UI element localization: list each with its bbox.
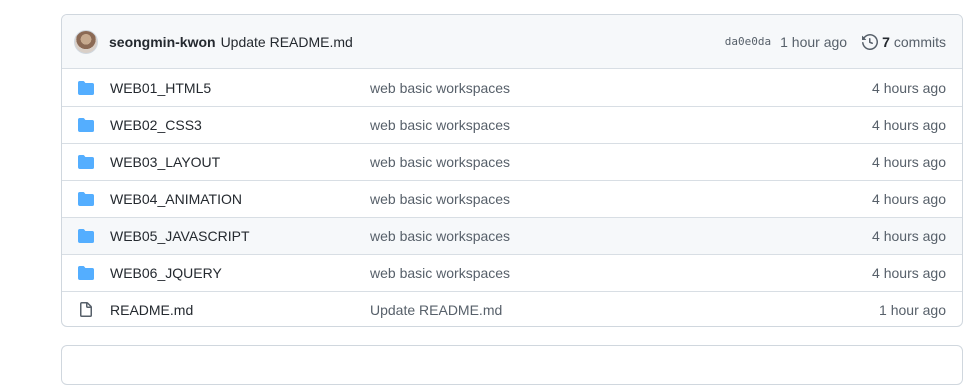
file-row[interactable]: README.md Update README.md 1 hour ago xyxy=(62,291,962,326)
file-row[interactable]: WEB03_LAYOUT web basic workspaces 4 hour… xyxy=(62,143,962,180)
file-name-link[interactable]: WEB04_ANIMATION xyxy=(110,191,370,207)
folder-icon xyxy=(78,228,94,244)
file-commit-message-link[interactable]: Update README.md xyxy=(370,302,502,318)
commits-count: 7 xyxy=(882,33,890,50)
file-name-link[interactable]: WEB06_JQUERY xyxy=(110,265,370,281)
file-name-link[interactable]: README.md xyxy=(110,302,370,318)
folder-icon xyxy=(78,154,94,170)
history-icon xyxy=(862,33,879,50)
folder-icon xyxy=(78,265,94,281)
readme-box xyxy=(61,345,963,385)
file-name-link[interactable]: WEB02_CSS3 xyxy=(110,117,370,133)
file-age: 4 hours ago xyxy=(872,265,946,281)
file-row[interactable]: WEB06_JQUERY web basic workspaces 4 hour… xyxy=(62,254,962,291)
file-commit-message-link[interactable]: web basic workspaces xyxy=(370,191,510,207)
latest-commit-bar: seongmin-kwon Update README.md da0e0da 1… xyxy=(62,15,962,69)
file-name-link[interactable]: WEB01_HTML5 xyxy=(110,80,370,96)
folder-icon xyxy=(78,191,94,207)
commit-time: 1 hour ago xyxy=(780,33,848,50)
file-name-link[interactable]: WEB03_LAYOUT xyxy=(110,154,370,170)
file-commit-message-link[interactable]: web basic workspaces xyxy=(370,265,510,281)
file-row[interactable]: WEB04_ANIMATION web basic workspaces 4 h… xyxy=(62,180,962,217)
commit-author-link[interactable]: seongmin-kwon xyxy=(109,34,216,50)
file-commit-message-link[interactable]: web basic workspaces xyxy=(370,117,510,133)
file-icon xyxy=(78,302,94,318)
file-age: 4 hours ago xyxy=(872,79,946,96)
file-commit-message-link[interactable]: web basic workspaces xyxy=(370,228,510,244)
file-age: 4 hours ago xyxy=(872,117,946,133)
file-commit-message-link[interactable]: web basic workspaces xyxy=(370,154,510,170)
commits-label: commits xyxy=(893,33,946,50)
file-age: 4 hours ago xyxy=(872,228,946,244)
avatar[interactable] xyxy=(74,29,98,54)
commit-message-link[interactable]: Update README.md xyxy=(221,34,353,50)
file-age: 4 hours ago xyxy=(872,191,946,207)
file-age: 4 hours ago xyxy=(872,154,946,170)
file-row[interactable]: WEB02_CSS3 web basic workspaces 4 hours … xyxy=(62,106,962,143)
file-age: 1 hour ago xyxy=(879,302,946,318)
file-commit-message-link[interactable]: web basic workspaces xyxy=(370,80,510,96)
file-name-link[interactable]: WEB05_JAVASCRIPT xyxy=(110,228,370,244)
folder-icon xyxy=(78,80,94,96)
file-browser: seongmin-kwon Update README.md da0e0da 1… xyxy=(61,14,963,327)
folder-icon xyxy=(78,117,94,133)
file-row[interactable]: WEB05_JAVASCRIPT web basic workspaces 4 … xyxy=(62,217,962,254)
commits-history-link[interactable]: 7 commits xyxy=(862,34,946,50)
file-row[interactable]: WEB01_HTML5 web basic workspaces 4 hours… xyxy=(62,69,962,106)
commit-sha-link[interactable]: da0e0da xyxy=(725,35,771,48)
